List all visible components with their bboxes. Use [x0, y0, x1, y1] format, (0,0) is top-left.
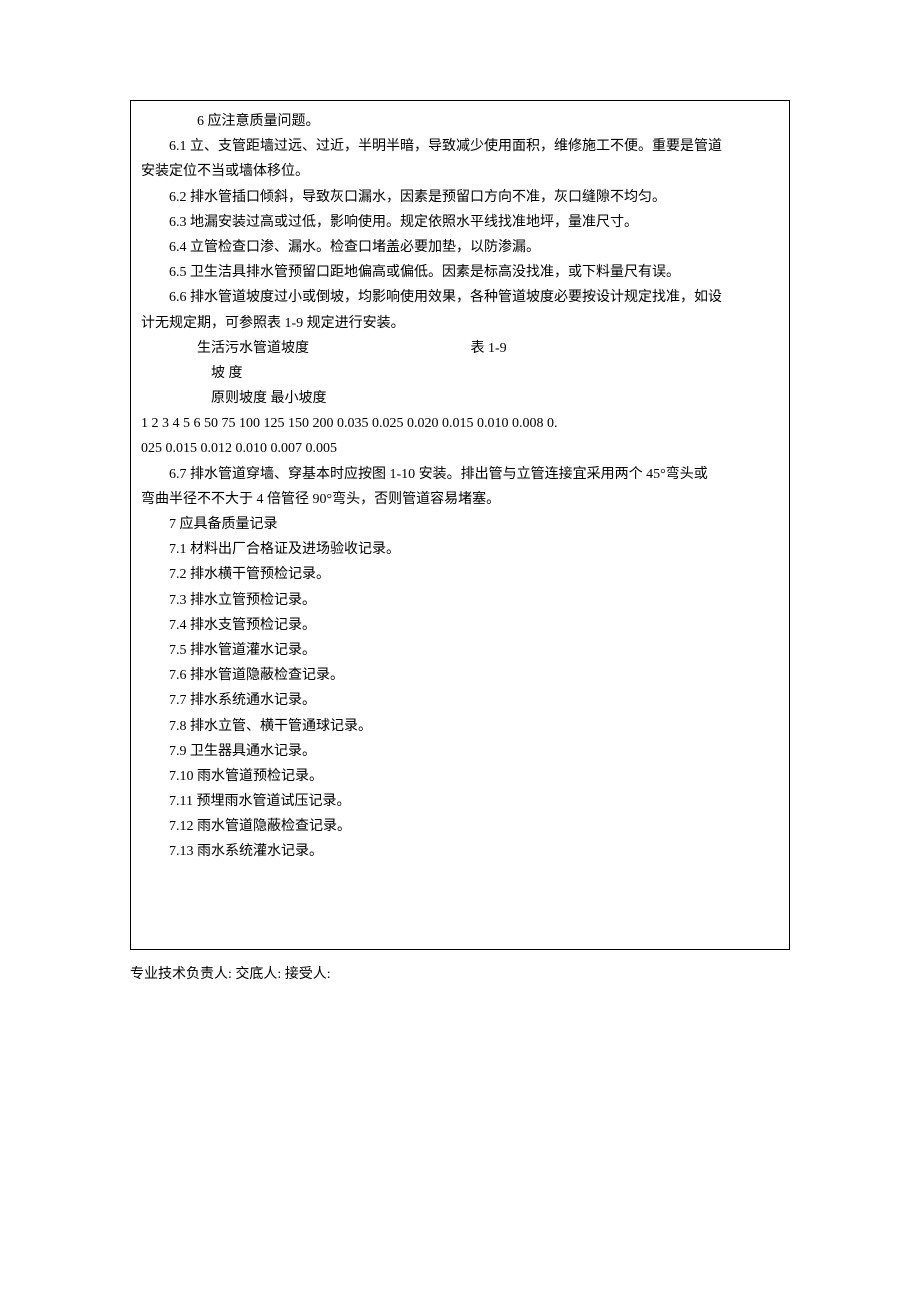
paragraph-6-7-line1: 6.7 排水管道穿墙、穿基本时应按图 1-10 安装。排出管与立管连接宜采用两个… [141, 462, 779, 487]
paragraph-7-7: 7.7 排水系统通水记录。 [141, 688, 779, 713]
paragraph-7-11: 7.11 预埋雨水管道试压记录。 [141, 789, 779, 814]
paragraph-7-1: 7.1 材料出厂合格证及进场验收记录。 [141, 537, 779, 562]
table-title-row: 生活污水管道坡度 表 1-9 [141, 336, 779, 361]
paragraph-6-6-line1: 6.6 排水管道坡度过小或倒坡，均影响使用效果，各种管道坡度必要按设计规定找准，… [141, 285, 779, 310]
paragraph-7-6: 7.6 排水管道隐蔽检查记录。 [141, 663, 779, 688]
paragraph-6-6-line2: 计无规定期，可参照表 1-9 规定进行安装。 [141, 311, 779, 336]
paragraph-7-13: 7.13 雨水系统灌水记录。 [141, 839, 779, 864]
paragraph-7-2: 7.2 排水横干管预检记录。 [141, 562, 779, 587]
paragraph-6-7-line2: 弯曲半径不不大于 4 倍管径 90°弯头，否则管道容易堵塞。 [141, 487, 779, 512]
paragraph-6-4: 6.4 立管检查口渗、漏水。检查口堵盖必要加垫，以防渗漏。 [141, 235, 779, 260]
paragraph-6-5: 6.5 卫生洁具排水管预留口距地偏高或偏低。因素是标高没找准，或下料量尺有误。 [141, 260, 779, 285]
paragraph-7: 7 应具备质量记录 [141, 512, 779, 537]
signature-line: 专业技术负责人: 交底人: 接受人: [130, 962, 790, 987]
paragraph-7-5: 7.5 排水管道灌水记录。 [141, 638, 779, 663]
table-data-row2: 025 0.015 0.012 0.010 0.007 0.005 [141, 436, 779, 461]
table-header-columns: 原则坡度 最小坡度 [141, 386, 779, 411]
table-number: 表 1-9 [471, 341, 507, 356]
table-title: 生活污水管道坡度 [197, 336, 467, 361]
paragraph-6-2: 6.2 排水管插口倾斜，导致灰口漏水，因素是预留口方向不准，灰口缝隙不均匀。 [141, 185, 779, 210]
paragraph-6: 6 应注意质量问题。 [141, 109, 779, 134]
paragraph-7-12: 7.12 雨水管道隐蔽检查记录。 [141, 814, 779, 839]
paragraph-6-3: 6.3 地漏安装过高或过低，影响使用。规定依照水平线找准地坪，量准尺寸。 [141, 210, 779, 235]
paragraph-7-10: 7.10 雨水管道预检记录。 [141, 764, 779, 789]
document-content-box: 6 应注意质量问题。 6.1 立、支管距墙过远、过近，半明半暗，导致减少使用面积… [130, 100, 790, 950]
paragraph-7-9: 7.9 卫生器具通水记录。 [141, 739, 779, 764]
table-header-slope: 坡 度 [141, 361, 779, 386]
paragraph-6-1-line1: 6.1 立、支管距墙过远、过近，半明半暗，导致减少使用面积，维修施工不便。重要是… [141, 134, 779, 159]
table-data-row1: 1 2 3 4 5 6 50 75 100 125 150 200 0.035 … [141, 411, 779, 436]
paragraph-7-4: 7.4 排水支管预检记录。 [141, 613, 779, 638]
paragraph-7-8: 7.8 排水立管、横干管通球记录。 [141, 714, 779, 739]
paragraph-7-3: 7.3 排水立管预检记录。 [141, 588, 779, 613]
paragraph-6-1-line2: 安装定位不当或墙体移位。 [141, 159, 779, 184]
